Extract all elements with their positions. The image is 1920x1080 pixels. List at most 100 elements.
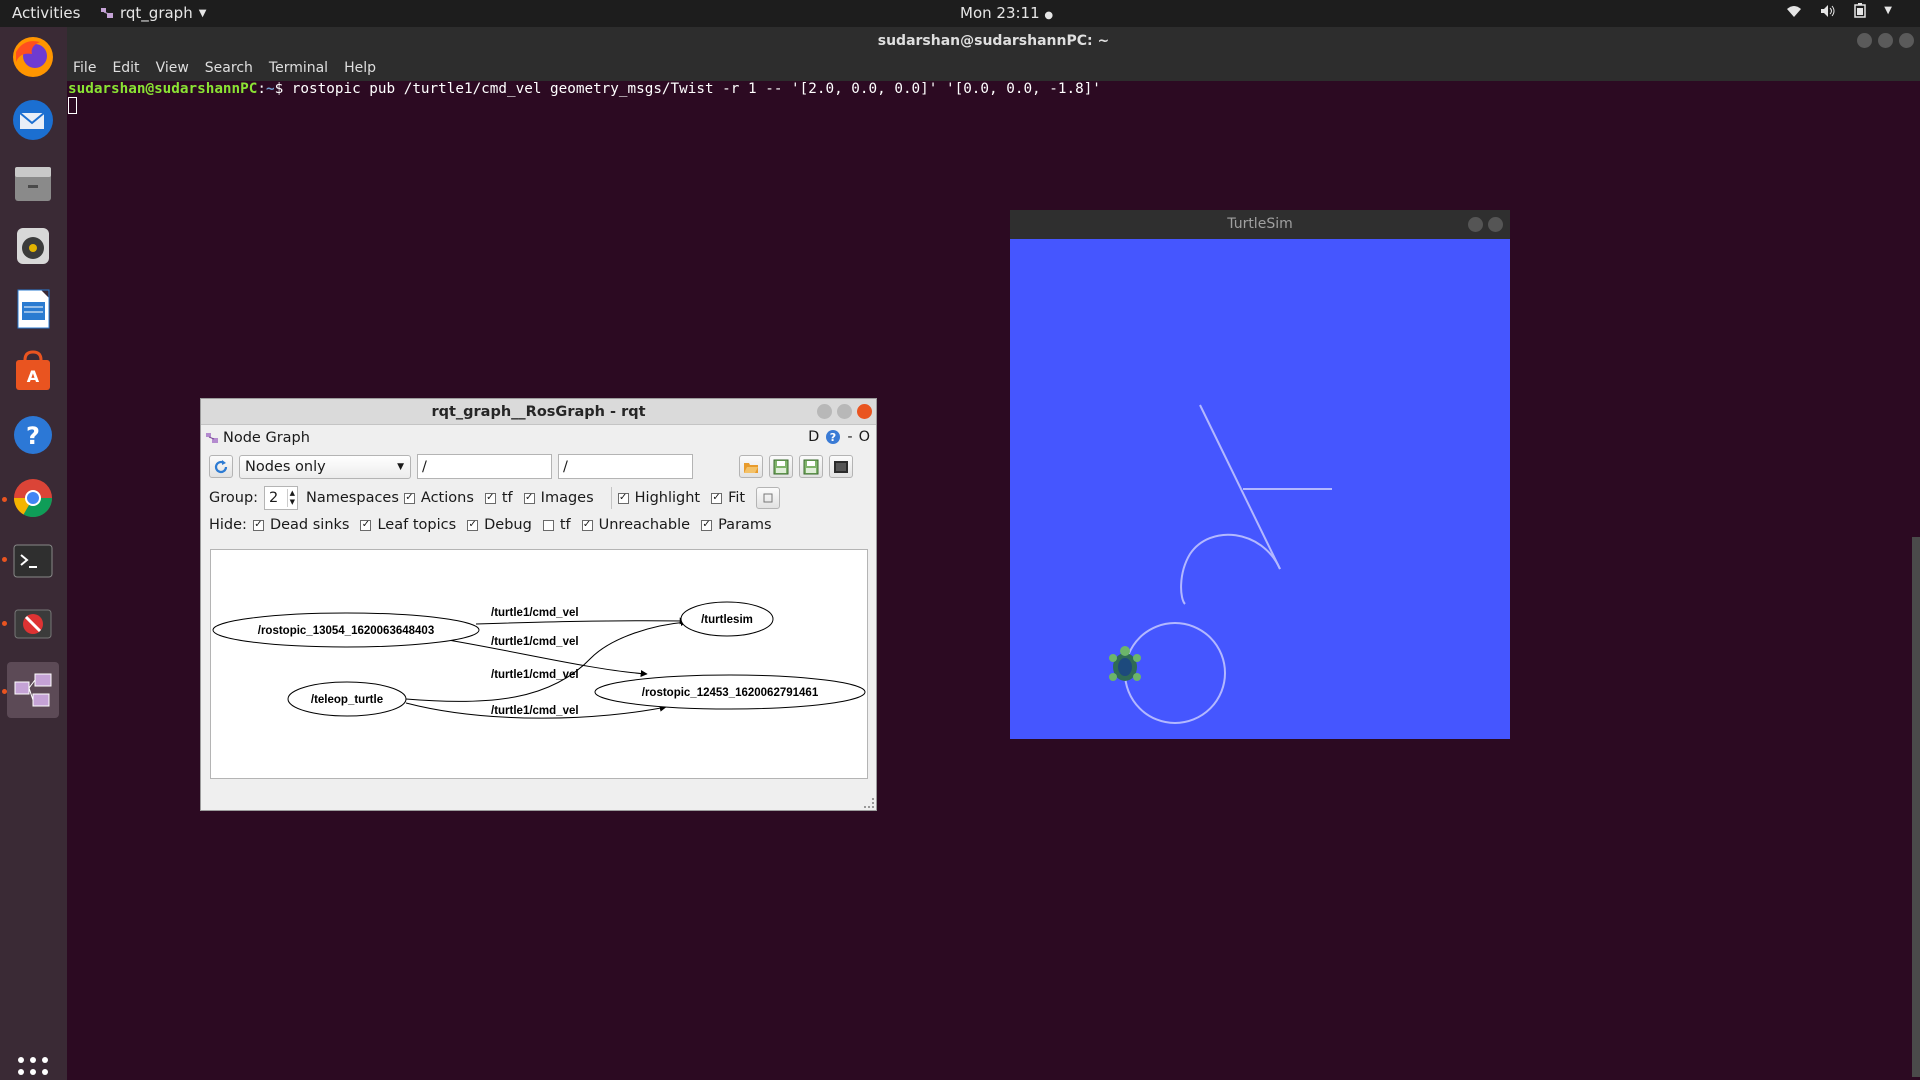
terminal-output[interactable]: sudarshan@sudarshannPC:~$ rostopic pub /… <box>68 81 1101 114</box>
graph-node[interactable]: /turtlesim <box>680 601 774 637</box>
images-label: Images <box>540 490 594 506</box>
help-icon[interactable]: ? <box>8 410 58 460</box>
unreachable-checkbox[interactable]: ✓ Unreachable <box>581 517 690 533</box>
close-plugin-button[interactable]: O <box>859 429 870 445</box>
namespaces-checkbox[interactable]: Namespaces <box>306 490 399 506</box>
params-checkbox[interactable]: ✓ Params <box>701 517 772 533</box>
minimize-icon[interactable] <box>1857 33 1872 48</box>
minimize-icon[interactable] <box>1468 217 1483 232</box>
graph-node[interactable]: /rostopic_13054_1620063648403 <box>212 612 480 648</box>
save-dot-button[interactable] <box>769 455 793 478</box>
plugin-title: Node Graph <box>223 430 310 446</box>
thunderbird-icon[interactable] <box>8 95 58 145</box>
activities-button[interactable]: Activities <box>12 4 80 22</box>
save-image-button[interactable] <box>829 455 853 478</box>
spin-arrows-icon[interactable]: ▲ ▼ <box>286 489 297 507</box>
image-icon <box>834 460 848 473</box>
fit-view-button[interactable] <box>756 487 781 509</box>
dock-button[interactable]: D <box>808 429 819 445</box>
system-tray[interactable]: ▼ <box>1786 3 1892 18</box>
rqt-icon[interactable] <box>7 662 59 718</box>
menu-help[interactable]: Help <box>344 60 376 76</box>
rqt-graph-icon <box>206 433 218 443</box>
fit-checkbox[interactable]: ✓ Fit <box>711 490 745 506</box>
show-applications-icon[interactable] <box>8 1047 58 1080</box>
node-label: /teleop_turtle <box>311 694 383 706</box>
dead-sinks-label: Dead sinks <box>269 517 350 533</box>
turtlesim-title: TurtleSim <box>1227 216 1293 232</box>
rqt-titlebar[interactable]: rqt_graph__RosGraph - rqt <box>201 399 876 425</box>
ubuntu-software-icon[interactable]: A <box>8 347 58 397</box>
checkbox-empty <box>542 519 554 531</box>
mode-select[interactable]: Nodes only ▼ <box>239 454 411 479</box>
help-icon[interactable]: ? <box>825 429 841 445</box>
close-icon[interactable] <box>857 404 872 419</box>
terminal-titlebar[interactable]: sudarshan@sudarshannPC: ~ <box>67 27 1920 55</box>
topic-filter-input[interactable]: / <box>558 454 693 479</box>
chevron-down-icon: ▼ <box>397 461 404 472</box>
node-label: /rostopic_13054_1620063648403 <box>258 625 434 637</box>
turtlesim-canvas <box>1010 239 1510 739</box>
terminal-scrollbar[interactable] <box>1912 537 1920 1077</box>
running-indicator <box>2 557 7 562</box>
group-spinbox[interactable]: 2 ▲ ▼ <box>264 486 299 510</box>
graph-node[interactable]: /teleop_turtle <box>287 681 407 717</box>
prompt-user: sudarshan@sudarshannPC <box>68 81 258 97</box>
libreoffice-writer-icon[interactable] <box>8 284 58 334</box>
prompt-separator: : <box>257 81 266 97</box>
files-icon[interactable] <box>8 158 58 208</box>
save-dot-icon <box>773 459 789 474</box>
chrome-icon[interactable] <box>8 473 58 523</box>
running-indicator <box>2 497 7 502</box>
battery-icon <box>1854 3 1867 18</box>
menu-view[interactable]: View <box>156 60 189 76</box>
tf-checkbox[interactable]: ✓ tf <box>484 490 513 506</box>
save-svg-button[interactable] <box>799 455 823 478</box>
turtlesim-titlebar[interactable]: TurtleSim <box>1010 210 1510 239</box>
edge-label: /turtle1/cmd_vel <box>491 669 579 681</box>
node-label: /turtlesim <box>701 614 753 626</box>
menu-file[interactable]: File <box>73 60 96 76</box>
dead-sinks-checkbox[interactable]: ✓ Dead sinks <box>252 517 350 533</box>
svg-text:?: ? <box>26 422 40 450</box>
resize-grip-icon[interactable] <box>864 798 874 808</box>
menu-edit[interactable]: Edit <box>112 60 139 76</box>
fit-label: Fit <box>728 490 746 506</box>
app-menu-icon <box>101 8 113 18</box>
actions-checkbox[interactable]: ✓ Actions <box>403 490 474 506</box>
clock[interactable]: Mon 23:11 ● <box>960 4 1053 22</box>
hide-tf-checkbox[interactable]: tf <box>542 517 571 533</box>
maximize-icon[interactable] <box>1878 33 1893 48</box>
graph-view[interactable]: /turtle1/cmd_vel /turtle1/cmd_vel /turtl… <box>210 549 868 779</box>
images-checkbox[interactable]: ✓ Images <box>523 490 594 506</box>
menu-search[interactable]: Search <box>205 60 253 76</box>
terminal-icon[interactable] <box>8 536 58 586</box>
check-icon: ✓ <box>484 492 496 504</box>
volume-icon <box>1821 4 1835 17</box>
leaf-topics-checkbox[interactable]: ✓ Leaf topics <box>360 517 456 533</box>
menu-terminal[interactable]: Terminal <box>269 60 328 76</box>
debug-checkbox[interactable]: ✓ Debug <box>467 517 532 533</box>
maximize-icon[interactable] <box>837 404 852 419</box>
group-spinbox-value: 2 <box>269 490 279 506</box>
graph-node[interactable]: /rostopic_12453_1620062791461 <box>594 674 866 710</box>
app-menu[interactable]: rqt_graph ▼ <box>100 4 206 22</box>
namespace-filter-input[interactable]: / <box>417 454 552 479</box>
fit-view-icon <box>763 493 773 503</box>
firefox-icon[interactable] <box>8 32 58 82</box>
graph-edge[interactable] <box>475 617 687 625</box>
actions-label: Actions <box>420 490 474 506</box>
refresh-button[interactable] <box>209 455 233 478</box>
toolbar-row-1: Nodes only ▼ / / <box>209 454 874 479</box>
highlight-checkbox[interactable]: ✓ Highlight <box>617 490 700 506</box>
load-dot-button[interactable] <box>739 455 763 478</box>
prompt-path: ~ <box>265 81 275 97</box>
rhythmbox-icon[interactable] <box>8 221 58 271</box>
blocked-app-icon[interactable] <box>8 599 58 649</box>
ros-graph: /turtle1/cmd_vel /turtle1/cmd_vel /turtl… <box>212 601 866 719</box>
debug-label: Debug <box>484 517 532 533</box>
close-icon[interactable] <box>1899 33 1914 48</box>
minimize-button[interactable]: - <box>847 429 852 445</box>
minimize-icon[interactable] <box>817 404 832 419</box>
close-icon[interactable] <box>1488 217 1503 232</box>
